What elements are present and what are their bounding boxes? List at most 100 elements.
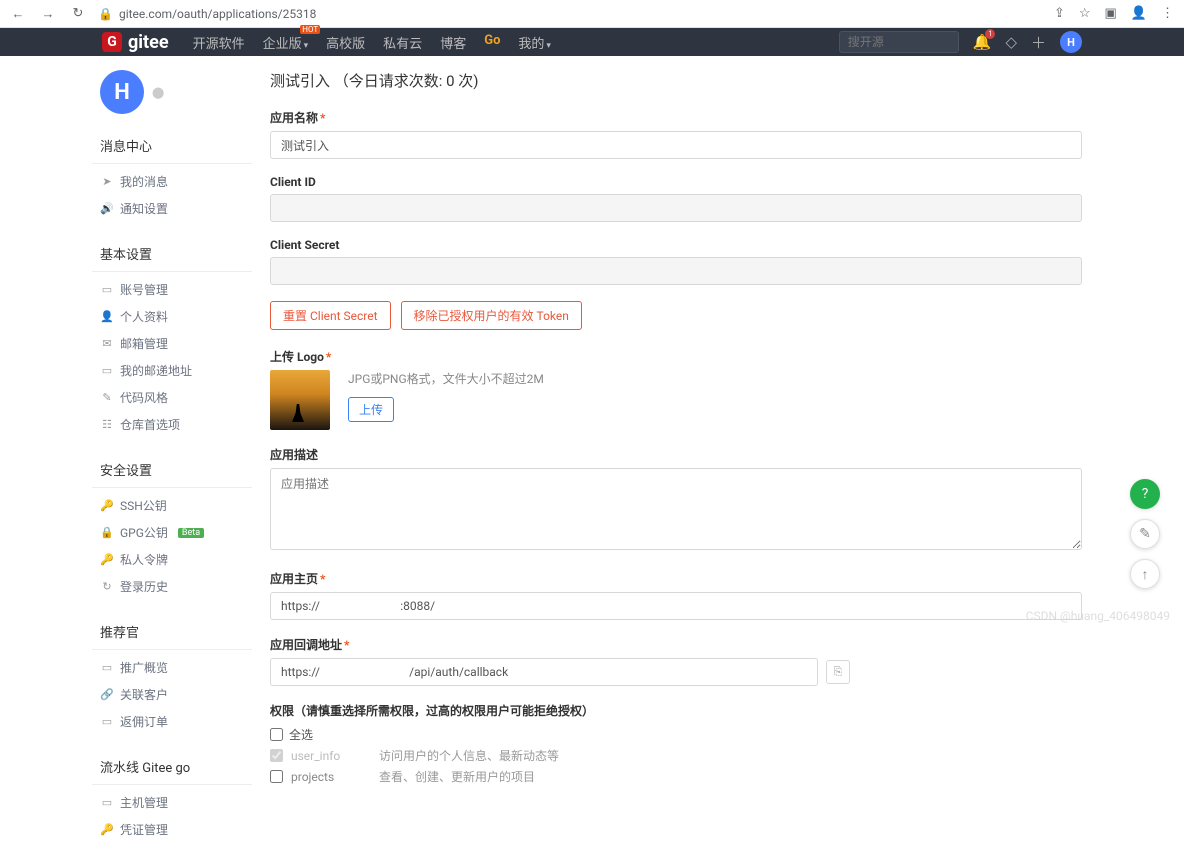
client-secret-input: [270, 257, 1082, 285]
menu-item-label: 主机管理: [120, 794, 168, 811]
upload-button[interactable]: 上传: [348, 397, 394, 422]
lock-icon: 🔒: [98, 7, 113, 21]
menu-item[interactable]: ↻登录历史: [92, 573, 252, 600]
url-text: gitee.com/oauth/applications/25318: [119, 7, 316, 21]
menu-item[interactable]: 🔑私人令牌: [92, 546, 252, 573]
menu-item[interactable]: 👤个人资料: [92, 303, 252, 330]
menu-item[interactable]: ▭我的邮递地址: [92, 357, 252, 384]
menu-item[interactable]: 🔑 凭证管理: [92, 816, 252, 843]
menu-item-label: 凭证管理: [120, 821, 168, 838]
name-input[interactable]: [270, 131, 1082, 159]
menu-item-label: GPG公钥: [120, 524, 168, 541]
menu-item[interactable]: 🔊 通知设置: [92, 195, 252, 222]
menu-item-icon: 🔗: [100, 688, 114, 701]
reload-icon[interactable]: ↻: [70, 6, 86, 22]
menu-item-icon: ▭: [100, 715, 114, 728]
menu-group-title: 推荐官: [92, 614, 252, 650]
menu-item-icon: ↻: [100, 580, 114, 593]
nav-edu[interactable]: 高校版: [326, 33, 365, 52]
menu-group-title: 基本设置: [92, 236, 252, 272]
nav-go[interactable]: Go: [484, 33, 500, 52]
menu-item-label: 返佣订单: [120, 713, 168, 730]
nav-blog[interactable]: 博客: [440, 33, 466, 52]
feedback-button[interactable]: ✎: [1130, 519, 1160, 549]
menu-item-icon: ➤: [100, 175, 114, 188]
nav-enterprise[interactable]: 企业版HOT: [263, 33, 309, 52]
url-bar[interactable]: 🔒 gitee.com/oauth/applications/25318: [98, 7, 316, 21]
revoke-token-button[interactable]: 移除已授权用户的有效 Token: [401, 301, 582, 330]
menu-item-label: 通知设置: [120, 200, 168, 217]
forward-icon[interactable]: →: [40, 6, 56, 22]
menu-item[interactable]: ➤我的消息: [92, 168, 252, 195]
desc-label: 应用描述: [270, 446, 1082, 463]
menu-item-label: 推广概览: [120, 659, 168, 676]
star-icon[interactable]: ☆: [1079, 6, 1091, 21]
menu-item[interactable]: ☷仓库首选项: [92, 411, 252, 438]
perm-name: user_info: [291, 749, 371, 763]
callback-input[interactable]: [270, 658, 818, 686]
menu-item-icon: ✉: [100, 337, 114, 350]
logo-label: 上传 Logo*: [270, 348, 1082, 365]
perm-checkbox[interactable]: [270, 770, 283, 783]
menu-group-title: 安全设置: [92, 452, 252, 488]
perm-label: 权限（请慎重选择所需权限，过高的权限用户可能拒绝授权）: [270, 702, 1082, 719]
menu-item-icon: ▭: [100, 661, 114, 674]
avatar[interactable]: H: [1060, 31, 1082, 53]
desc-textarea[interactable]: [270, 468, 1082, 550]
bell-icon[interactable]: 🔔1: [973, 33, 992, 51]
nav-mine[interactable]: 我的: [518, 33, 551, 52]
logo[interactable]: G gitee: [102, 32, 169, 53]
main-content: 测试引入 （今日请求次数: 0 次) 应用名称* Client ID Clien…: [252, 56, 1092, 867]
page-title: 测试引入 （今日请求次数: 0 次): [270, 70, 1082, 91]
menu-item[interactable]: ✉ 邮箱管理: [92, 330, 252, 357]
menu-item[interactable]: ▭ 主机管理: [92, 789, 252, 816]
user-avatar[interactable]: H: [100, 70, 144, 114]
help-button[interactable]: ?: [1130, 479, 1160, 509]
back-icon[interactable]: ←: [10, 6, 26, 22]
menu-item-icon: 🔑: [100, 499, 114, 512]
copy-icon[interactable]: ⎘: [826, 660, 850, 684]
menu-item-icon: 🔒: [100, 526, 114, 539]
menu-item[interactable]: 🔗 关联客户: [92, 681, 252, 708]
menu-item-label: 邮箱管理: [120, 335, 168, 352]
float-buttons: ? ✎ ↑: [1130, 479, 1160, 589]
menu-icon[interactable]: ⋮: [1161, 6, 1174, 21]
client-secret-label: Client Secret: [270, 238, 1082, 252]
share-icon[interactable]: ⇪: [1054, 6, 1065, 21]
browser-chrome: ← → ↻ 🔒 gitee.com/oauth/applications/253…: [0, 0, 1184, 28]
menu-item-label: 个人资料: [120, 308, 168, 325]
logo-badge-icon: G: [102, 32, 122, 52]
bulb-icon[interactable]: ◇: [1005, 33, 1017, 51]
menu-item[interactable]: 🔒 GPG公钥 Beta: [92, 519, 252, 546]
menu-item-icon: 🔑: [100, 553, 114, 566]
user-block: H ⬤: [92, 66, 252, 128]
top-button[interactable]: ↑: [1130, 559, 1160, 589]
menu-item[interactable]: 🔑 SSH公钥: [92, 492, 252, 519]
homepage-input[interactable]: [270, 592, 1082, 620]
menu-item[interactable]: ▭ 推广概览: [92, 654, 252, 681]
perm-checkbox: [270, 749, 283, 762]
nav-private[interactable]: 私有云: [383, 33, 422, 52]
menu-item[interactable]: ▭ 返佣订单: [92, 708, 252, 735]
beta-badge: Beta: [178, 528, 204, 538]
menu-item-icon: 🔑: [100, 823, 114, 836]
search-input[interactable]: [839, 31, 959, 53]
perm-row: projects查看、创建、更新用户的项目: [270, 766, 1082, 787]
menu-item-icon: 🔊: [100, 202, 114, 215]
menu-group-title: 流水线 Gitee go: [92, 749, 252, 785]
select-all-checkbox[interactable]: [270, 728, 283, 741]
select-all-label: 全选: [289, 726, 313, 743]
nav-opensource[interactable]: 开源软件: [193, 33, 245, 52]
menu-item-icon: ▭: [100, 796, 114, 809]
panel-icon[interactable]: ▣: [1105, 6, 1117, 21]
callback-label: 应用回调地址*: [270, 636, 1082, 653]
plus-icon[interactable]: ＋: [1031, 32, 1046, 53]
menu-item-label: SSH公钥: [120, 497, 167, 514]
menu-item[interactable]: ▭账号管理: [92, 276, 252, 303]
reset-secret-button[interactable]: 重置 Client Secret: [270, 301, 391, 330]
menu-item-label: 仓库首选项: [120, 416, 180, 433]
menu-item-label: 账号管理: [120, 281, 168, 298]
menu-item-label: 关联客户: [120, 686, 168, 703]
profile-icon[interactable]: 👤: [1131, 6, 1147, 21]
menu-item[interactable]: ✎代码风格: [92, 384, 252, 411]
